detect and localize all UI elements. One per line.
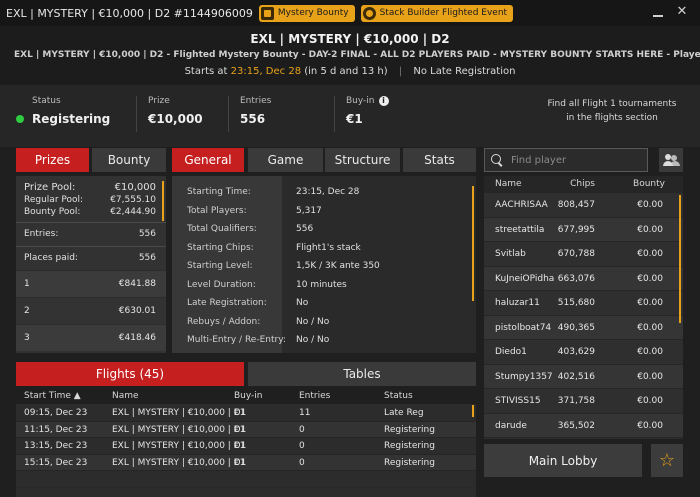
table-row[interactable]: Diedo1 403,629 €0.00 [484, 340, 683, 365]
flights-header: Start Time ▲ Name Buy-in Entries Status [16, 389, 476, 404]
stack-builder-badge: Stack Builder Flighted Event [360, 4, 514, 22]
place-row: 1 €841.88 [16, 270, 166, 297]
tab-flights[interactable]: Flights (45) [16, 362, 244, 386]
places-paid-value: 556 [138, 253, 156, 263]
table-row[interactable]: haluzar11 515,680 €0.00 [484, 291, 683, 316]
entries-count: 556 [138, 229, 156, 239]
table-row[interactable]: pistolboat74 490,365 €0.00 [484, 315, 683, 340]
place-row: 2 €630.01 [16, 297, 166, 324]
search-icon [491, 154, 503, 166]
general-row: Total Players: 5,317 [187, 205, 322, 216]
general-row: Rebuys / Addon: No / No [187, 316, 330, 327]
tab-prizes[interactable]: Prizes [16, 148, 89, 172]
table-row[interactable]: 13:15, Dec 23 EXL | MYSTERY | €10,000 | D… [16, 438, 476, 455]
table-row[interactable]: darude 365,502 €0.00 [484, 413, 683, 438]
tab-game[interactable]: Game [248, 148, 323, 172]
start-info: Starts at 23:15, Dec 28 (in 5 d and 13 h… [184, 66, 516, 77]
mystery-bounty-badge: Mystery Bounty [258, 4, 355, 22]
table-row[interactable]: Svitlab 670,788 €0.00 [484, 242, 683, 267]
general-row: Starting Level: 1,5K / 3K ante 350 [187, 261, 380, 271]
flights-note: Find all Flight 1 tournaments in the fli… [547, 99, 677, 123]
bounty-pool-value: €2,444.90 [110, 207, 156, 217]
general-row: Total Qualifiers: 556 [187, 224, 314, 234]
players-scrollbar[interactable] [679, 195, 681, 323]
search-input[interactable] [511, 154, 641, 166]
table-row[interactable]: 15:15, Dec 23 EXL | MYSTERY | €10,000 | D… [16, 454, 476, 471]
general-row: Starting Chips: Flight1's stack [187, 242, 361, 253]
table-row[interactable]: 09:15, Dec 23 EXL | MYSTERY | €10,000 | D… [16, 405, 476, 422]
sort-start-time[interactable]: Start Time ▲ [24, 391, 81, 401]
table-row[interactable]: KuJneiOPidha 663,076 €0.00 [484, 266, 683, 291]
users-button[interactable] [659, 148, 683, 172]
buyin-block: Buy-in i €1 [346, 96, 389, 126]
favorite-star-icon[interactable]: ☆ [651, 444, 683, 477]
status-dot-icon [16, 115, 24, 123]
prize-block: Prize €10,000 [148, 96, 203, 126]
late-registration-info: No Late Registration [413, 66, 516, 77]
close-icon[interactable]: ✕ [674, 4, 690, 20]
tab-bounty[interactable]: Bounty [92, 148, 166, 172]
status-block: Status Registering [16, 96, 110, 126]
players-list: Name Chips Bounty AACHRISAA 808,457 €0.00 … [484, 176, 683, 439]
title-bar: EXL | MYSTERY | €10,000 | D2 #1144906009… [0, 0, 700, 26]
tournament-header: EXL | MYSTERY | €10,000 | D2 EXL | MYSTE… [0, 26, 700, 85]
entries-value: 556 [240, 112, 266, 126]
info-bar: Status Registering Prize €10,000 Entries… [0, 85, 700, 147]
start-time: 23:15, Dec 28 [230, 66, 302, 77]
general-panel: Starting Time: 23:15, Dec 28 Total Player… [172, 176, 476, 353]
flights-scrollbar[interactable] [472, 405, 474, 417]
tab-structure[interactable]: Structure [325, 148, 400, 172]
table-row[interactable]: AACHRISAA 808,457 €0.00 [484, 193, 683, 218]
buyin-value: €1 [346, 112, 363, 126]
table-row[interactable]: STIVISS15 371,758 €0.00 [484, 389, 683, 414]
tab-tables[interactable]: Tables [248, 362, 476, 386]
place-row: 3 €418.46 [16, 324, 166, 351]
tab-general[interactable]: General [172, 148, 244, 172]
tournament-name: EXL | MYSTERY | €10,000 | D2 [250, 32, 450, 46]
player-search [484, 148, 648, 172]
prize-value: €10,000 [148, 112, 203, 126]
general-row: Level Duration: 10 minutes [187, 279, 347, 290]
prize-pool-value: €10,000 [114, 182, 156, 193]
general-row: Multi-Entry / Re-Entry: No / No [187, 335, 330, 345]
gift-icon [260, 6, 274, 20]
table-row[interactable]: Stumpy1357 402,516 €0.00 [484, 364, 683, 389]
entries-block: Entries 556 [240, 96, 272, 126]
general-row: Starting Time: 23:15, Dec 28 [187, 187, 360, 197]
main-lobby-button[interactable]: Main Lobby [484, 444, 642, 477]
minimize-icon[interactable] [650, 4, 666, 20]
prizes-scrollbar[interactable] [162, 181, 164, 221]
flights-table: Start Time ▲ Name Buy-in Entries Status … [16, 389, 476, 497]
chip-icon [362, 6, 376, 20]
table-row[interactable]: 11:15, Dec 23 EXL | MYSTERY | €10,000 | D… [16, 421, 476, 438]
tab-stats[interactable]: Stats [403, 148, 476, 172]
table-row[interactable]: streetattila 677,995 €0.00 [484, 217, 683, 242]
regular-pool-value: €7,555.10 [110, 195, 156, 205]
status-value: Registering [32, 112, 111, 126]
tournament-description: EXL | MYSTERY | €10,000 | D2 - Flighted … [14, 50, 700, 60]
info-icon[interactable]: i [378, 96, 389, 106]
players-header: Name Chips Bounty [484, 176, 683, 193]
general-scrollbar[interactable] [472, 186, 474, 301]
window-title: EXL | MYSTERY | €10,000 | D2 #1144906009 [6, 6, 253, 20]
prizes-panel: Prize Pool: €10,000 Regular Pool: €7,555.1… [16, 176, 166, 353]
general-row: Late Registration: No [187, 298, 309, 308]
